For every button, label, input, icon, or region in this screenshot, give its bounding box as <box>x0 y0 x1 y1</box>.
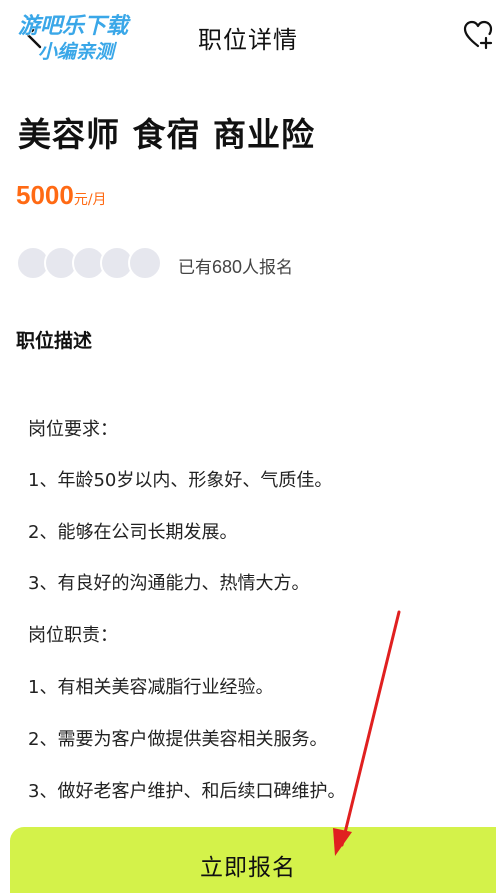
watermark-line1: 游吧乐下载 <box>18 14 131 39</box>
salary-unit: 元/月 <box>73 192 107 208</box>
desc-line: 2、能够在公司长期发展。 <box>28 522 238 543</box>
desc-line: 3、做好老客户维护、和后续口碑维护。 <box>28 781 346 802</box>
desc-line: 2、需要为客户做提供美容相关服务。 <box>28 729 328 750</box>
avatar <box>128 246 162 280</box>
applicant-count: 已有680人报名 <box>178 253 293 278</box>
desc-line: 岗位职责： <box>28 625 118 646</box>
desc-line: 3、有良好的沟通能力、热情大方。 <box>28 573 310 594</box>
heart-plus-icon[interactable] <box>461 18 495 52</box>
applicant-count-suffix: 人报名 <box>242 258 294 278</box>
desc-line: 1、有相关美容减脂行业经验。 <box>28 677 274 698</box>
apply-button-label[interactable]: 立即报名 <box>0 848 496 882</box>
salary: 5000元/月 <box>16 180 107 211</box>
salary-amount: 5000 <box>16 180 74 210</box>
watermark-logo: 游吧乐下载 小编亲测 <box>17 13 131 63</box>
applicant-count-prefix: 已有 <box>178 258 212 278</box>
watermark-line2: 小编亲测 <box>38 41 118 63</box>
job-title: 美容师 食宿 商业险 <box>18 115 315 154</box>
applicant-count-number: 680 <box>212 257 243 277</box>
applicant-avatars <box>16 246 166 280</box>
desc-line: 岗位要求： <box>28 419 118 440</box>
desc-line: 1、年龄50岁以内、形象好、气质佳。 <box>28 470 333 491</box>
section-title-description: 职位描述 <box>16 330 93 352</box>
